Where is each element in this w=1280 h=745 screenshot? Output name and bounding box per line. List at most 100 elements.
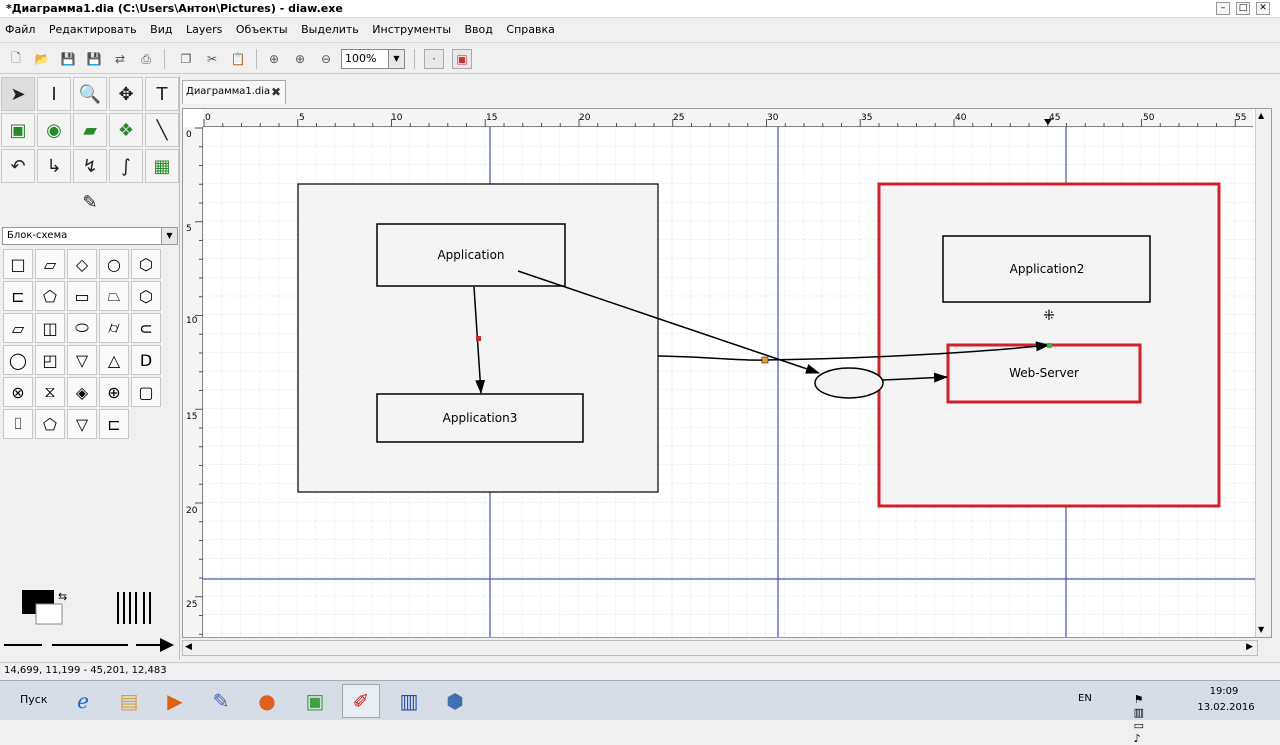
sheet-select[interactable]: Блок-схема ▼ <box>2 227 178 245</box>
beziergon-tool-icon[interactable]: ❖ <box>109 113 143 147</box>
stored-data-shape-icon[interactable]: ⊏ <box>3 281 33 311</box>
internet-explorer-icon[interactable]: ℯ <box>64 684 102 718</box>
arrow-handle[interactable] <box>476 336 481 341</box>
or-shape-icon[interactable]: ⊕ <box>99 377 129 407</box>
menu-layers[interactable]: Layers <box>181 20 227 36</box>
menu-edit[interactable]: Редактировать <box>44 20 142 36</box>
sort-shape-icon[interactable]: ◈ <box>67 377 97 407</box>
circle-connector-shape-icon[interactable]: ◯ <box>3 345 33 375</box>
menu-view[interactable]: Вид <box>145 20 177 36</box>
export-icon[interactable]: ⇄ <box>110 49 130 69</box>
offpage-shape-icon[interactable]: ⬠ <box>35 281 65 311</box>
print-icon[interactable]: ⎙ <box>136 49 156 69</box>
process-shape-icon[interactable]: □ <box>3 249 33 279</box>
manual-input-shape-icon[interactable]: ⏥ <box>3 313 33 343</box>
manual-operation-shape-icon[interactable]: ⏢ <box>99 281 129 311</box>
preparation-shape-icon[interactable]: ⬡ <box>131 249 161 279</box>
menu-tools[interactable]: Инструменты <box>367 20 456 36</box>
scroll-up-icon[interactable]: ▲ <box>1258 111 1269 121</box>
menu-input[interactable]: Ввод <box>460 20 498 36</box>
paste-icon[interactable]: 📋 <box>228 49 248 69</box>
text-edit-tool-icon[interactable]: I <box>37 77 71 111</box>
diagram-canvas[interactable]: Application Application3 Application2 We… <box>182 108 1272 638</box>
polyline-tool-icon[interactable]: ↯ <box>73 149 107 183</box>
merge-shape-icon[interactable]: ▽ <box>67 345 97 375</box>
outline-tool-icon[interactable]: ✎ <box>73 185 107 219</box>
connector-shape-icon[interactable]: ○ <box>99 249 129 279</box>
copy-icon[interactable]: ❐ <box>176 49 196 69</box>
scroll-tool-icon[interactable]: ✥ <box>109 77 143 111</box>
scroll-left-icon[interactable]: ◀ <box>185 642 192 652</box>
show-connection-points-icon[interactable]: ▣ <box>452 49 472 69</box>
document-shape-icon[interactable]: ▭ <box>67 281 97 311</box>
internal-storage-shape-icon[interactable]: ◰ <box>35 345 65 375</box>
predefined-process-shape-icon[interactable]: ◫ <box>35 313 65 343</box>
chevron-down-icon[interactable]: ▼ <box>161 228 177 244</box>
vertical-scrollbar[interactable]: ▲ ▼ <box>1255 109 1271 637</box>
polygon-tool-icon[interactable]: ▰ <box>73 113 107 147</box>
tools-app-icon[interactable]: ✎ <box>202 684 240 718</box>
save-icon[interactable]: 💾 <box>58 49 78 69</box>
punched-tape-shape-icon[interactable]: ⌷ <box>3 409 33 439</box>
zigzag-tool-icon[interactable]: ↳ <box>37 149 71 183</box>
connection-point-handle[interactable] <box>1047 343 1052 348</box>
arc-tool-icon[interactable]: ↶ <box>1 149 35 183</box>
close-icon[interactable]: ✖ <box>271 85 281 99</box>
dia-app-icon[interactable]: ✐ <box>342 684 380 718</box>
bezier-line-tool-icon[interactable]: ∫ <box>109 149 143 183</box>
clock-time[interactable]: 19:09 <box>1204 686 1244 697</box>
cut-icon[interactable]: ✂ <box>202 49 222 69</box>
media-player-icon[interactable]: ▶ <box>156 684 194 718</box>
minimize-button[interactable]: – <box>1216 2 1230 15</box>
collate-shape-icon[interactable]: ⧖ <box>35 377 65 407</box>
clock-date[interactable]: 13.02.2016 <box>1196 702 1256 713</box>
start-button[interactable]: Пуск <box>2 689 48 713</box>
scroll-down-icon[interactable]: ▼ <box>1258 625 1269 635</box>
document-app-icon[interactable]: ▥ <box>390 684 428 718</box>
menu-help[interactable]: Справка <box>501 20 559 36</box>
magnetic-disk-shape-icon[interactable]: ⌭ <box>99 313 129 343</box>
summing-junction-shape-icon[interactable]: ⊗ <box>3 377 33 407</box>
menu-objects[interactable]: Объекты <box>231 20 293 36</box>
delay-shape-icon[interactable]: D <box>131 345 161 375</box>
direct-access-shape-icon[interactable]: ⊂ <box>131 313 161 343</box>
language-indicator[interactable]: EN <box>1078 693 1100 704</box>
maximize-button[interactable]: □ <box>1236 2 1250 15</box>
tray-icons[interactable]: ⚑ ▥ ▭ ♪ <box>1134 693 1144 745</box>
menu-file[interactable]: Файл <box>0 20 40 36</box>
close-button[interactable]: ✕ <box>1256 2 1270 15</box>
menu-select[interactable]: Выделить <box>296 20 364 36</box>
snap-to-grid-icon[interactable]: · <box>424 49 444 69</box>
display-shape-icon[interactable]: ⬡ <box>131 281 161 311</box>
firefox-icon[interactable]: ● <box>248 684 286 718</box>
open-file-icon[interactable]: 📂 <box>32 49 52 69</box>
line-tool-icon[interactable]: ╲ <box>145 113 179 147</box>
chevron-down-icon[interactable]: ▼ <box>388 50 404 68</box>
cube-app-icon[interactable]: ⬢ <box>436 684 474 718</box>
new-file-icon[interactable]: 🗋 <box>6 49 26 69</box>
terminal-shape-icon[interactable]: ⬭ <box>67 313 97 343</box>
diagram-drawing[interactable]: Application Application3 Application2 We… <box>183 109 1272 638</box>
decision-shape-icon[interactable]: ◇ <box>67 249 97 279</box>
pointer-tool-icon[interactable]: ➤ <box>1 77 35 111</box>
connector-ellipse[interactable] <box>814 367 884 399</box>
zoom-best-fit-icon[interactable]: ⊕ <box>264 49 284 69</box>
fg-bg-color-icon[interactable]: ⇆ <box>20 590 180 670</box>
annotation-shape-icon[interactable]: ⊏ <box>99 409 129 439</box>
extract-shape-icon[interactable]: △ <box>99 345 129 375</box>
curve-handle[interactable] <box>761 356 769 364</box>
card-shape-icon[interactable]: ⬠ <box>35 409 65 439</box>
chat-app-icon[interactable]: ▣ <box>296 684 334 718</box>
offline-storage-shape-icon[interactable]: ▽ <box>67 409 97 439</box>
tab-diagram1[interactable]: Диаграмма1.dia ✖ <box>182 80 286 104</box>
text-tool-icon[interactable]: T <box>145 77 179 111</box>
horizontal-scrollbar[interactable]: ◀ ▶ <box>182 640 1258 656</box>
magnify-tool-icon[interactable]: 🔍 <box>73 77 107 111</box>
ellipse-tool-icon[interactable]: ◉ <box>37 113 71 147</box>
rounded-shape-icon[interactable]: ▢ <box>131 377 161 407</box>
input-output-shape-icon[interactable]: ▱ <box>35 249 65 279</box>
zoom-in-icon[interactable]: ⊕ <box>290 49 310 69</box>
line-style-selector[interactable] <box>0 632 180 658</box>
zoom-out-icon[interactable]: ⊖ <box>316 49 336 69</box>
image-tool-icon[interactable]: ▦ <box>145 149 179 183</box>
